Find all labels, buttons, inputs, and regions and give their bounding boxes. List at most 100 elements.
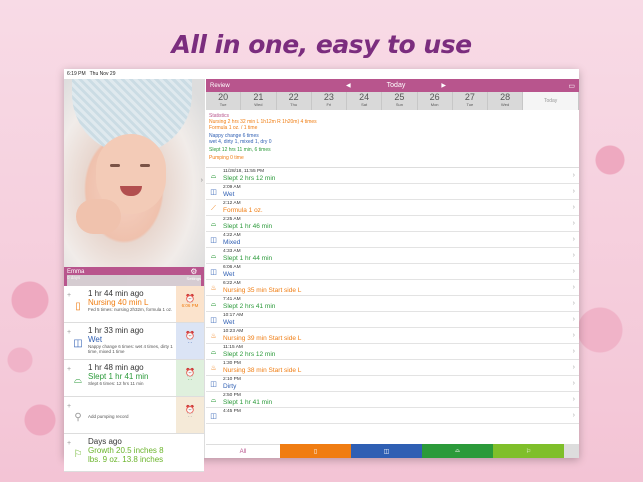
day-number: 21 — [253, 92, 264, 102]
entry-row[interactable]: ♨ 1:30 PM Nursing 38 min Start side L › — [206, 360, 579, 376]
tab-nappy[interactable]: ◫ — [351, 444, 422, 458]
tab-growth[interactable]: ⚐ — [493, 444, 564, 458]
day-cell-today[interactable]: Today — [523, 92, 580, 110]
alarm-clock-icon: ⏰ — [185, 294, 195, 303]
entry-time: 2:50 PM — [223, 393, 241, 398]
timer-button[interactable]: ⏰ - - — [176, 323, 204, 359]
day-number: 24 — [359, 92, 370, 102]
entry-row[interactable]: ◫ 4:45 PM › — [206, 408, 579, 424]
entry-row[interactable]: ♨ 6:22 AM Nursing 35 min Start side L › — [206, 280, 579, 296]
entry-time: 4:33 AM — [223, 249, 241, 254]
entry-row[interactable]: ◫ 2:10 PM Dirty › — [206, 376, 579, 392]
card-body: 1 hr 33 min ago Wet Nappy change 6 times: … — [88, 326, 174, 354]
next-day-button[interactable]: ▶ — [441, 82, 446, 89]
calendar-icon[interactable]: ▭ — [568, 82, 575, 90]
diaper-icon: ◫ — [210, 317, 217, 324]
day-cell[interactable]: 24 Sat — [347, 92, 383, 110]
weekday-label: Sun — [395, 102, 403, 107]
flag-icon: ⚐ — [73, 449, 83, 460]
entry-row[interactable]: ◫ 10:17 AM Wet › — [206, 312, 579, 328]
entry-text: Formula 1 oz. — [223, 207, 263, 214]
diaper-icon: ◫ — [210, 237, 217, 244]
entry-row[interactable]: ⌓ 7:41 AM Slept 2 hrs 41 min › — [206, 296, 579, 312]
chevron-right-icon: › — [572, 348, 575, 355]
today-label[interactable]: Today — [387, 82, 406, 89]
add-icon[interactable]: + — [67, 440, 71, 447]
add-icon[interactable]: + — [67, 329, 71, 336]
summary-card[interactable]: + ◫ 1 hr 33 min ago Wet Nappy change 6 times… — [64, 323, 204, 360]
timer-button[interactable]: ⏰ - - — [176, 397, 204, 433]
tab-all[interactable]: All — [206, 444, 280, 458]
day-cell[interactable]: 20 Tue — [206, 92, 242, 110]
headline: All in one, easy to use — [171, 30, 472, 59]
chevron-right-icon: › — [572, 204, 575, 211]
tab-more[interactable] — [564, 444, 579, 458]
card-main-text: Wet — [88, 335, 103, 344]
day-cell[interactable]: 23 Fri — [312, 92, 347, 110]
entry-row[interactable]: ⌓ 2:25 AM Slept 1 hr 46 min › — [206, 216, 579, 232]
entry-row[interactable]: ◫ 4:22 AM Mixed › — [206, 232, 579, 248]
summary-card[interactable]: + ⚐ Days ago Growth 20.5 inches 8 lbs. 9 oz… — [64, 434, 204, 472]
day-cell[interactable]: 21 Wed — [241, 92, 277, 110]
card-time-ago: 1 hr 33 min ago — [88, 326, 144, 335]
weekday-label: Mon — [430, 102, 439, 107]
entry-row[interactable]: ◫ 6:06 AM Wet › — [206, 264, 579, 280]
pump-icon: ⚲ — [74, 412, 82, 423]
settings-button[interactable]: ⚙ Settings — [187, 268, 201, 282]
entry-row[interactable]: ⌓ 11/28/18, 11:55 PM Slept 2 hrs 12 min › — [206, 168, 579, 184]
add-icon[interactable]: + — [67, 366, 71, 373]
tab-sleep[interactable]: ⌓ — [422, 444, 493, 458]
summary-card[interactable]: + ⌓ 1 hr 48 min ago Slept 1 hr 41 min Slept … — [64, 360, 204, 397]
diaper-icon: ◫ — [383, 448, 390, 455]
tablet-screen: 6:19 PM Thu Nov 29 100% › Emma 0 days ⚙ … — [64, 69, 580, 472]
day-number: 20 — [218, 92, 229, 102]
entry-row[interactable]: ◫ 2:09 AM Wet › — [206, 184, 579, 200]
nappy-detail: wet 4, dirty 1, mixed 1, dry 0 — [209, 139, 272, 145]
entry-row[interactable]: ⌓ 11:15 AM Slept 2 hrs 12 min › — [206, 344, 579, 360]
chevron-right-icon: › — [572, 188, 575, 195]
alarm-clock-icon: ⏰ — [185, 368, 195, 377]
entry-text: Slept 2 hrs 41 min — [223, 303, 276, 310]
diaper-icon: ◫ — [210, 189, 217, 196]
chevron-right-icon: › — [572, 268, 575, 275]
flag-icon: ⚐ — [525, 448, 532, 455]
eye-shape — [110, 164, 120, 167]
day-cell[interactable]: 26 Mon — [418, 92, 453, 110]
day-cell[interactable]: 27 Tue — [453, 92, 488, 110]
entry-row[interactable]: ♨ 10:23 AM Nursing 39 min Start side L › — [206, 328, 579, 344]
date-navigator: ◀ Today ▶ — [346, 82, 446, 89]
timer-button[interactable]: ⏰ 6:06 PM — [176, 286, 204, 322]
day-cell[interactable]: 25 Sun — [382, 92, 418, 110]
card-sub-text: Fed 5 times: nursing 2h32m, formula 1 oz… — [88, 307, 173, 312]
timer-button[interactable]: ⏰ - - — [176, 360, 204, 396]
entry-row[interactable]: ⟋ 2:12 AM Formula 1 oz. › — [206, 200, 579, 216]
add-icon[interactable]: + — [67, 292, 71, 299]
entry-time: 6:06 AM — [223, 265, 241, 270]
day-number: 22 — [288, 92, 299, 102]
chevron-right-icon[interactable]: › — [201, 177, 203, 184]
entry-row[interactable]: ⌓ 4:33 AM Slept 1 hr 44 min › — [206, 248, 579, 264]
baby-photo[interactable]: › — [64, 79, 205, 267]
tab-feeding[interactable]: ▯ — [280, 444, 351, 458]
review-label: Review — [210, 82, 230, 89]
bed-icon: ⌓ — [455, 447, 460, 454]
bottle-icon: ▯ — [313, 448, 318, 455]
card-time-ago: 1 hr 44 min ago — [88, 289, 144, 298]
day-number: 25 — [394, 92, 405, 102]
add-icon[interactable]: + — [67, 403, 71, 410]
entry-time: 4:22 AM — [223, 233, 241, 238]
entry-row[interactable]: ⌓ 2:50 PM Slept 1 hr 41 min › — [206, 392, 579, 408]
bed-icon: ⌓ — [210, 397, 217, 404]
summary-card[interactable]: + ▯ 1 hr 44 min ago Nursing 40 min L Fed 5 t… — [64, 286, 204, 323]
prev-day-button[interactable]: ◀ — [346, 82, 351, 89]
status-time: 6:19 PM — [67, 71, 86, 77]
entry-time: 2:25 AM — [223, 217, 241, 222]
entry-text: Nursing 35 min Start side L — [223, 287, 302, 294]
entry-text: Slept 1 hr 44 min — [223, 255, 273, 262]
day-cell[interactable]: 28 Wed — [488, 92, 524, 110]
day-cell[interactable]: 22 Thu — [277, 92, 312, 110]
diaper-icon: ◫ — [210, 381, 217, 388]
add-pumping-label[interactable]: Add pumping record — [88, 414, 174, 419]
entry-time: 1:30 PM — [223, 361, 241, 366]
summary-card[interactable]: + ⚲ Add pumping record ⏰ - - — [64, 397, 204, 434]
